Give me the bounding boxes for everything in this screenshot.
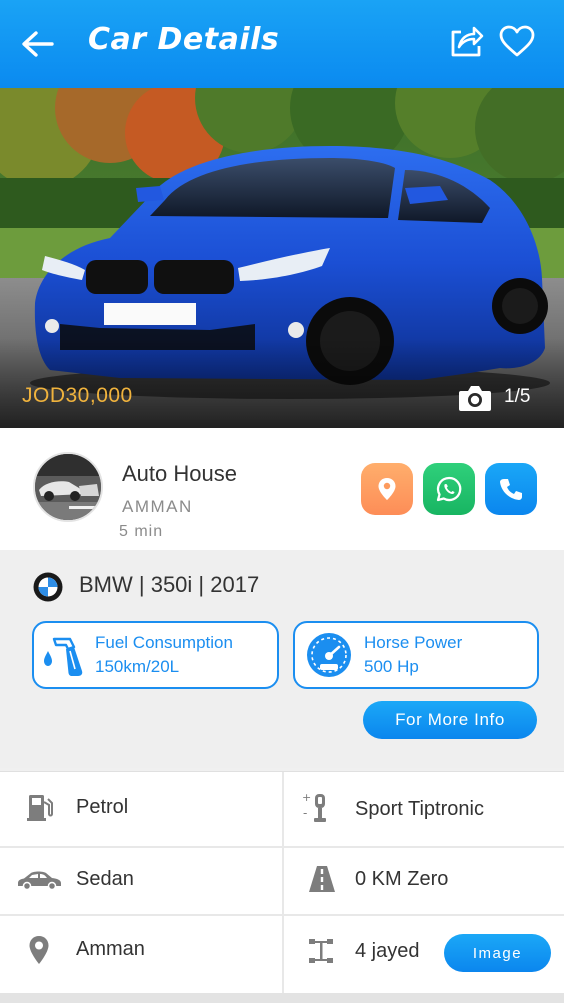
location-button[interactable] [361,463,413,515]
location-pin-icon [378,478,396,500]
dealer-city: AMMAN [122,497,193,516]
whatsapp-icon [436,476,462,502]
car-info-section: BMW | 350i | 2017 Fuel Consumption 150km… [0,550,564,768]
photo-counter: 1/5 [504,386,531,407]
gear-shift-icon: + - [299,789,335,825]
location-pin-icon [21,932,57,968]
car-icon [14,862,64,898]
car-details-screen: Car Details JOD30,000 1/5 Auto House AMM… [0,0,564,1003]
car-location: Amman [76,938,145,960]
back-button[interactable] [18,24,58,64]
car-photo-gallery[interactable]: JOD30,000 1/5 [0,88,564,428]
fuel-consumption-label: Fuel Consumption [95,633,233,652]
image-button[interactable]: Image [444,934,551,972]
grid-divider-vertical [282,772,284,994]
bmw-logo-icon [33,572,63,602]
call-button[interactable] [485,463,537,515]
gallery-button[interactable] [458,384,492,412]
fuel-consumption-value: 150km/20L [95,657,180,676]
posted-time: 5 min [119,523,164,540]
engine-gauge-icon [307,633,351,677]
features-grid: Petrol + - Sport Tiptronic Sedan 0 KM Ze… [0,771,564,994]
heart-icon [499,25,535,57]
whatsapp-button[interactable] [423,463,475,515]
fuel-type: Petrol [76,796,129,818]
dealer-avatar[interactable] [33,452,103,522]
grid-divider-row-2 [0,914,564,916]
svg-text:+: + [302,791,311,804]
photo-overlay [0,338,564,428]
road-icon [304,861,340,897]
body-type: Sedan [76,868,134,890]
svg-text:-: - [303,806,307,820]
arrow-left-icon [22,31,54,57]
horse-power-value: 500 Hp [364,657,419,676]
share-icon [451,26,484,57]
page-title: Car Details [88,22,280,57]
share-button[interactable] [446,22,486,62]
dealer-logo-image [35,454,101,520]
favorite-button[interactable] [496,22,538,62]
car-price: JOD30,000 [22,384,133,407]
fuel-nozzle-icon [44,637,83,676]
car-make-model-year: BMW | 350i | 2017 [79,572,260,597]
camera-icon [459,386,491,411]
app-header: Car Details [0,0,564,88]
horse-power-label: Horse Power [364,633,463,652]
fuel-pump-icon [22,789,58,825]
dealer-card: Auto House AMMAN 5 min [0,428,564,550]
more-info-button[interactable]: For More Info [363,701,537,739]
grid-divider-row-1 [0,846,564,848]
dealer-name[interactable]: Auto House [122,461,237,487]
wheels-description: 4 jayed [355,940,420,962]
mileage: 0 KM Zero [355,868,449,890]
bottom-edge [0,993,564,1003]
horse-power-card: Horse Power 500 Hp [293,621,539,689]
transmission-type: Sport Tiptronic [355,798,484,820]
phone-icon [500,479,522,500]
rim-icon [303,933,339,969]
fuel-consumption-card: Fuel Consumption 150km/20L [32,621,279,689]
